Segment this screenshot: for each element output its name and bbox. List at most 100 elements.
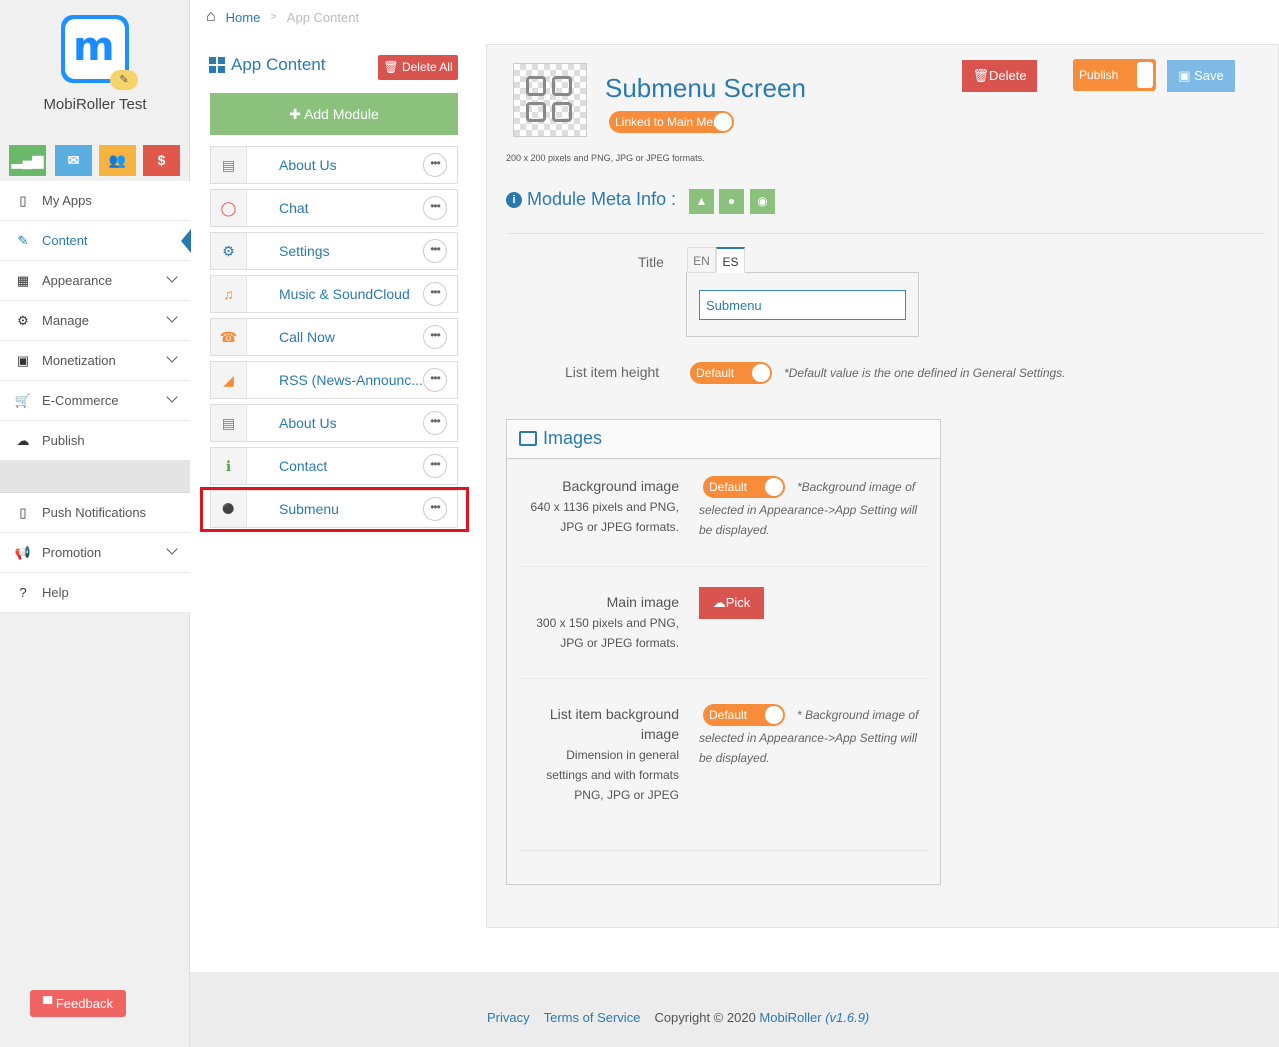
- screen-title: Submenu Screen: [605, 73, 806, 103]
- megaphone-icon: 📢: [14, 544, 32, 560]
- default-height-note: *Default value is the one defined in Gen…: [784, 366, 1066, 380]
- module-item[interactable]: ◢ RSS (News-Announc... •••: [210, 361, 458, 399]
- save-button[interactable]: ▣ Save: [1167, 60, 1235, 92]
- terms-link[interactable]: Terms of Service: [544, 1010, 641, 1025]
- breadcrumb-separator: >: [270, 11, 277, 23]
- building-icon: ▤: [211, 147, 247, 183]
- apple-icon[interactable]: ●: [719, 189, 744, 214]
- title-input[interactable]: [699, 290, 906, 320]
- more-options-icon[interactable]: •••: [423, 282, 447, 306]
- sidebar-item-manage[interactable]: ⚙ Manage: [0, 301, 190, 341]
- edit-logo-icon[interactable]: ✎: [110, 70, 138, 90]
- breadcrumb: ⌂ Home > App Content: [206, 8, 359, 26]
- publish-toggle[interactable]: Publish: [1073, 59, 1156, 91]
- module-item[interactable]: ▤ About Us •••: [210, 146, 458, 184]
- module-item[interactable]: ⚙ Settings •••: [210, 232, 458, 270]
- background-image-note: selected in Appearance->App Setting will: [699, 503, 918, 517]
- grid-icon: ▦: [16, 272, 30, 288]
- chevron-down-icon: [166, 311, 178, 323]
- module-item[interactable]: ▤ About Us •••: [210, 404, 458, 442]
- divider: [506, 233, 1264, 234]
- sidebar-item-promotion[interactable]: 📢 Promotion: [0, 533, 190, 573]
- more-options-icon[interactable]: •••: [423, 454, 447, 478]
- main-image-label: Main image: [606, 594, 679, 610]
- more-options-icon[interactable]: •••: [423, 368, 447, 392]
- module-meta-info-title: i Module Meta Info :: [506, 189, 676, 210]
- home-icon[interactable]: ⌂: [206, 8, 216, 26]
- gear-icon: ⚙: [211, 233, 247, 269]
- background-image-toggle[interactable]: Default: [703, 476, 785, 498]
- chat-bubble-icon: ◯: [211, 190, 247, 226]
- module-item[interactable]: ℹ Contact •••: [210, 447, 458, 485]
- sidebar-item-content[interactable]: ✎ Content: [0, 221, 191, 261]
- module-item[interactable]: ◯ Chat •••: [210, 189, 458, 227]
- list-bg-image-toggle[interactable]: Default: [703, 704, 785, 726]
- tab-es[interactable]: ES: [716, 247, 745, 273]
- sidebar-item-appearance[interactable]: ▦ Appearance: [0, 261, 190, 301]
- more-options-icon[interactable]: •••: [423, 196, 447, 220]
- content-list-title: App Content: [209, 55, 326, 75]
- chevron-down-icon: [166, 391, 178, 403]
- background-image-format: JPG or JPEG formats.: [560, 520, 679, 534]
- divider: [519, 566, 929, 567]
- tab-en[interactable]: EN: [687, 247, 716, 273]
- sidebar-item-publish[interactable]: ☁ Publish: [0, 421, 190, 461]
- delete-all-button[interactable]: 🗑 Delete All: [378, 55, 458, 80]
- feedback-button[interactable]: ▀ Feedback: [30, 990, 126, 1017]
- background-image-size: 640 x 1136 pixels and PNG,: [530, 500, 679, 514]
- android-icon[interactable]: ▲: [689, 189, 714, 214]
- sidebar-item-my-apps[interactable]: ▯ My Apps: [0, 181, 190, 221]
- cart-icon: 🛒: [14, 392, 32, 408]
- privacy-link[interactable]: Privacy: [487, 1010, 530, 1025]
- floppy-icon: ▣: [1178, 68, 1191, 83]
- question-icon: ?: [19, 585, 27, 600]
- sidebar-item-help[interactable]: ? Help: [0, 573, 190, 613]
- sidebar-item-push-notifications[interactable]: ▯ Push Notifications: [0, 493, 190, 533]
- more-options-icon[interactable]: •••: [423, 153, 447, 177]
- list-bg-image-note: PNG, JPG or JPEG: [574, 788, 679, 802]
- chevron-down-icon: [166, 271, 178, 283]
- delete-button[interactable]: 🗑Delete: [962, 60, 1037, 92]
- linked-main-menu-toggle[interactable]: Linked to Main Menu: [609, 111, 734, 133]
- money-icon: ▣: [16, 352, 30, 368]
- chevron-down-icon: [166, 543, 178, 555]
- dollar-icon[interactable]: $: [143, 145, 180, 176]
- copyright: Copyright © 2020 MobiRoller (v1.6.9): [654, 1010, 870, 1025]
- more-options-icon[interactable]: •••: [423, 325, 447, 349]
- sidebar-item-ecommerce[interactable]: 🛒 E-Commerce: [0, 381, 190, 421]
- version: (v1.6.9): [825, 1010, 870, 1025]
- grid-icon: [209, 57, 225, 73]
- sidebar: m ✎ MobiRoller Test ▂▄▆ ✉ 👥 $ ▯ My Apps …: [0, 0, 191, 1047]
- more-options-icon[interactable]: •••: [423, 411, 447, 435]
- music-icon: ♫: [211, 276, 247, 312]
- module-image-thumbnail[interactable]: [513, 63, 587, 137]
- list-item-height-toggle[interactable]: Default: [690, 362, 772, 384]
- info-icon: ℹ: [211, 448, 247, 484]
- footer-links: Privacy Terms of Service Copyright © 202…: [487, 1010, 869, 1025]
- comment-icon: ▀: [43, 996, 56, 1011]
- users-icon[interactable]: 👥: [99, 145, 136, 176]
- bar-chart-icon[interactable]: ▂▄▆: [9, 145, 46, 176]
- divider: [519, 678, 929, 679]
- brand-link[interactable]: MobiRoller: [759, 1010, 821, 1025]
- module-item[interactable]: ☎ Call Now •••: [210, 318, 458, 356]
- app-name: MobiRoller Test: [43, 96, 147, 113]
- envelope-icon[interactable]: ✉: [55, 145, 92, 176]
- background-image-note: be displayed.: [699, 523, 770, 537]
- nav-divider: [0, 461, 190, 493]
- eye-icon[interactable]: ◉: [750, 189, 775, 214]
- breadcrumb-current: App Content: [286, 9, 360, 25]
- more-options-icon[interactable]: •••: [423, 239, 447, 263]
- mobile-icon: ▯: [19, 504, 27, 520]
- cloud-icon: ☁: [712, 595, 726, 610]
- pick-button[interactable]: ☁Pick: [699, 587, 764, 619]
- main-image-format: JPG or JPEG formats.: [560, 636, 679, 650]
- add-module-button[interactable]: ✚ Add Module: [210, 93, 458, 135]
- module-item[interactable]: ♫ Music & SoundCloud •••: [210, 275, 458, 313]
- selection-highlight: [200, 487, 469, 532]
- background-image-note: *Background image of: [797, 480, 916, 494]
- list-bg-image-hint: be displayed.: [699, 751, 770, 765]
- rss-icon: ◢: [211, 362, 247, 398]
- sidebar-item-monetization[interactable]: ▣ Monetization: [0, 341, 190, 381]
- breadcrumb-home[interactable]: Home: [226, 10, 261, 25]
